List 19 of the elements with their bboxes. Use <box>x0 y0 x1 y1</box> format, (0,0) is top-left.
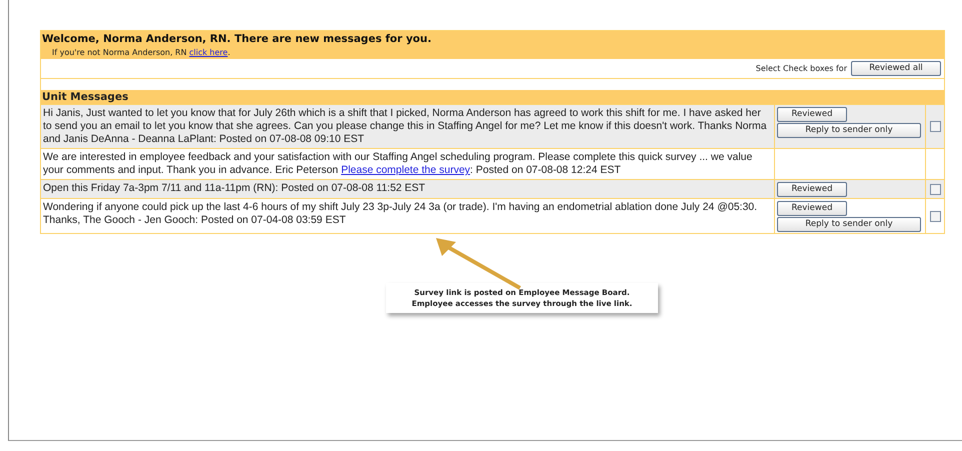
reviewed-all-button[interactable]: Reviewed all <box>851 61 941 76</box>
welcome-title: Welcome, Norma Anderson, RN. There are new messages for you. <box>42 33 432 45</box>
message-text: Wondering if anyone could pick up the last 4-6 hours of my shift July 23 3p-July 24 3a (or trade). I'm having an endometrial ablation done July 24 @05:30. Thanks, The Gooch - Jen Gooch: Posted on 07-04-08 03:59 EST <box>42 200 758 228</box>
toolbar-label: Select Check boxes for <box>756 64 847 73</box>
identity-note: If you're not Norma Anderson, RN click here. <box>51 47 232 57</box>
checkbox[interactable] <box>930 121 940 132</box>
message-text: We are interested in employee feedback and your satisfaction with our Staffing Angel scheduling program. Please complete this quick survey ... we value your comments and input. Thank you in advance. Eric Peterson Please complete the survey: Posted on 07-08-08 12:24 EST <box>42 150 754 178</box>
message-text: Hi Janis, Just wanted to let you know that for July 26th which is a shift that I picked, Norma Anderson has agreed to work this shift for me. I have asked her to send you an email to let you know that she agrees. Can you please change this in Staffing Angel for me? Let me know if this doesn't work. Thanks Norma and Janis DeAnna - Deanna LaPlant: Posted on 07-08-08 09:10 EST <box>42 106 768 147</box>
checkbox[interactable] <box>930 184 940 194</box>
reply-button[interactable]: Reply to sender only <box>777 217 921 232</box>
reply-button[interactable]: Reply to sender only <box>777 123 921 138</box>
section-title: Unit Messages <box>41 90 944 104</box>
reviewed-button[interactable]: Reviewed <box>777 201 847 216</box>
click-here-link[interactable]: click here <box>189 48 228 57</box>
reviewed-button[interactable]: Reviewed <box>777 107 847 122</box>
reviewed-button[interactable]: Reviewed <box>777 182 847 197</box>
message-text: Open this Friday 7a-3pm 7/11 and 11a-11pm (RN): Posted on 07-08-08 11:52 EST <box>42 181 426 196</box>
survey-link[interactable]: Please complete the survey <box>341 164 470 176</box>
checkbox[interactable] <box>930 210 940 222</box>
